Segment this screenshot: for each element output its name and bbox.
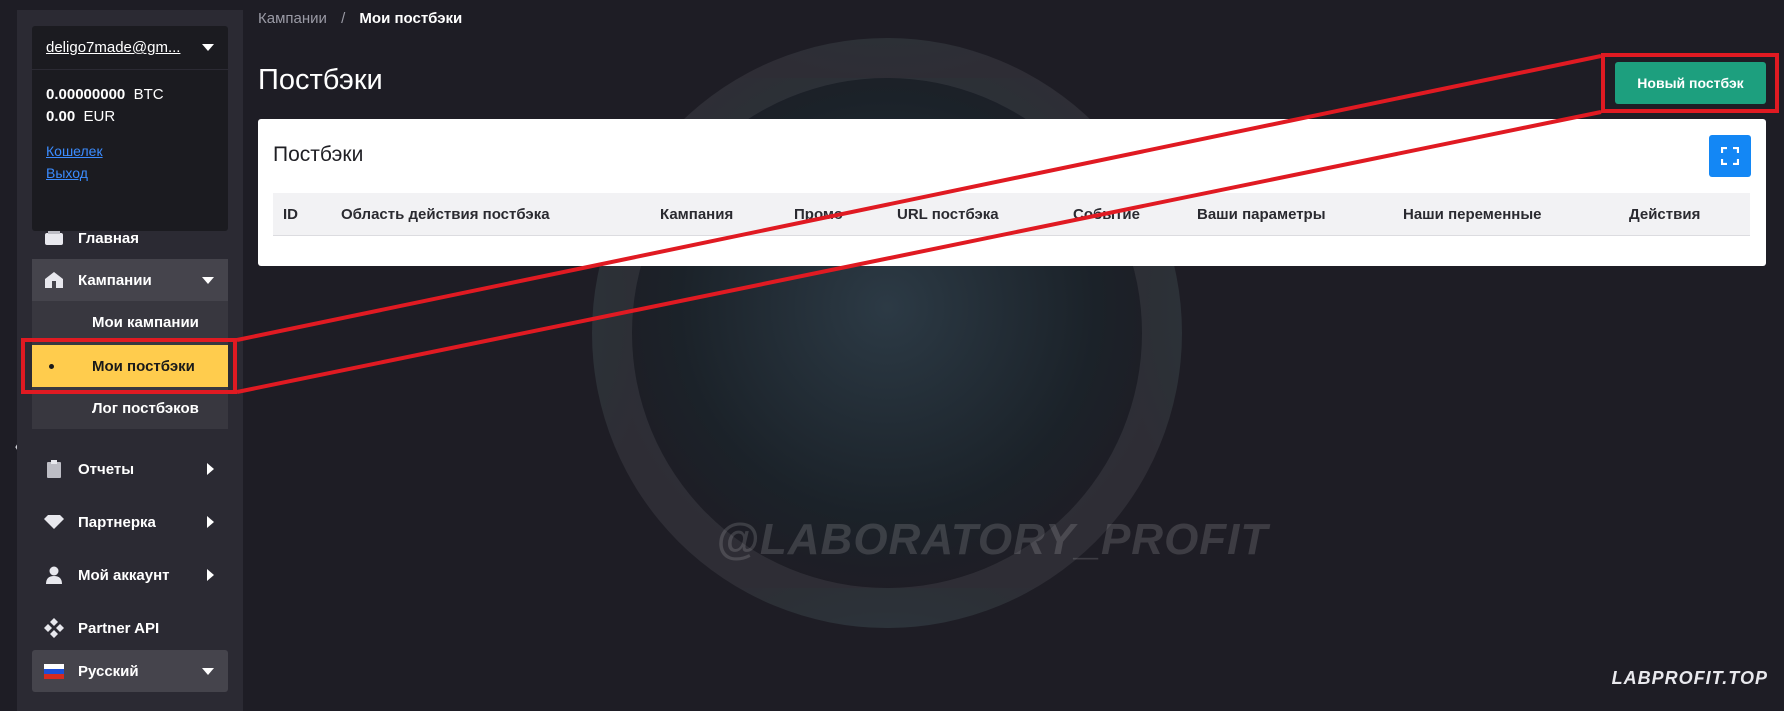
annotation-lines [236, 54, 1602, 394]
